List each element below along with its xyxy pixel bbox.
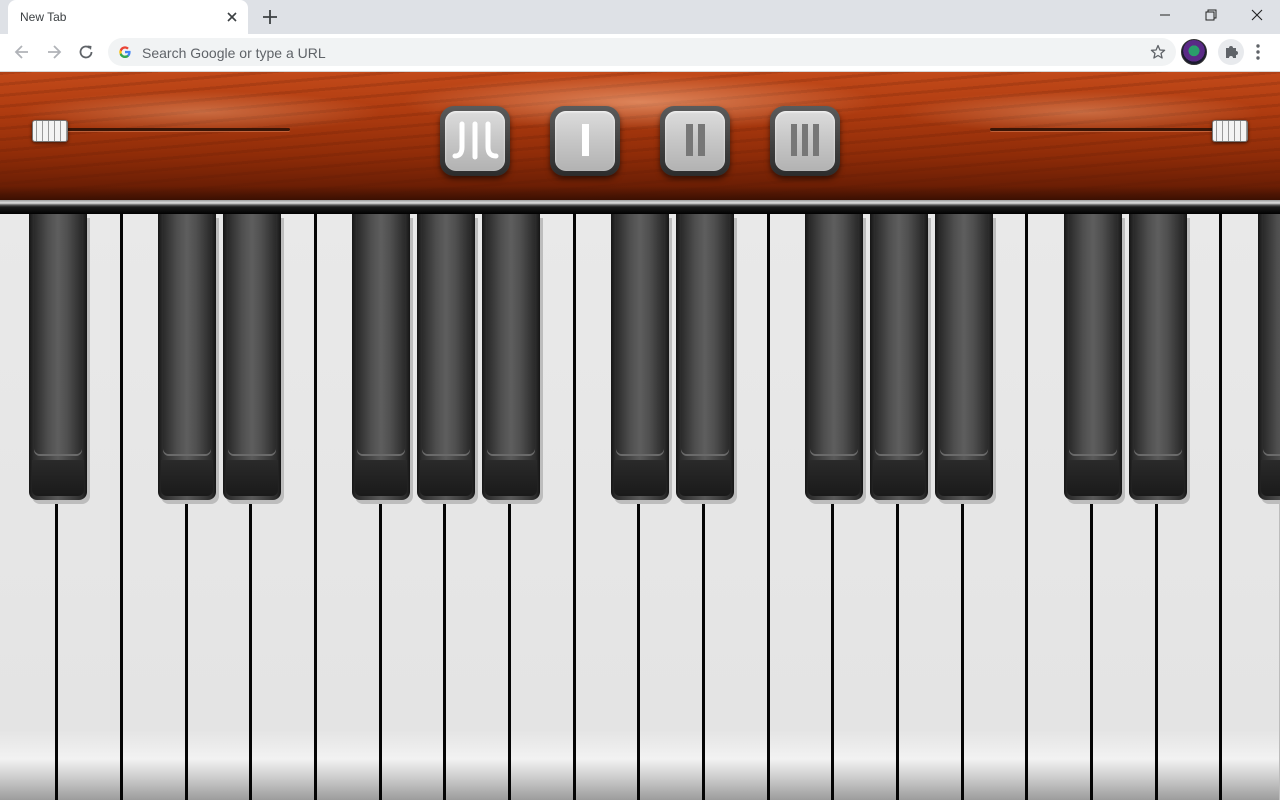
roman-two-icon bbox=[686, 124, 705, 156]
black-key[interactable] bbox=[29, 214, 87, 500]
close-window-icon[interactable] bbox=[1234, 0, 1280, 30]
black-key[interactable] bbox=[935, 214, 993, 500]
mode-1-button[interactable] bbox=[550, 106, 620, 176]
restore-icon[interactable] bbox=[1188, 0, 1234, 30]
new-tab-plus-icon[interactable] bbox=[259, 6, 281, 28]
black-key[interactable] bbox=[1258, 214, 1280, 500]
left-slider-knob[interactable] bbox=[32, 120, 68, 142]
minimize-icon[interactable] bbox=[1142, 0, 1188, 30]
google-g-icon bbox=[118, 45, 132, 64]
black-key[interactable] bbox=[1129, 214, 1187, 500]
extensions-puzzle-icon[interactable] bbox=[1218, 39, 1244, 65]
key-separator bbox=[1025, 214, 1028, 800]
right-slider-track[interactable] bbox=[990, 128, 1248, 131]
close-tab-icon[interactable] bbox=[224, 9, 240, 25]
black-key[interactable] bbox=[482, 214, 540, 500]
reload-icon[interactable] bbox=[76, 42, 96, 62]
browser-toolbar: Search Google or type a URL bbox=[0, 34, 1280, 72]
tab-strip: New Tab bbox=[0, 0, 1280, 34]
left-slider-track[interactable] bbox=[32, 128, 290, 131]
key-separator bbox=[1219, 214, 1222, 800]
omnibox[interactable]: Search Google or type a URL bbox=[108, 38, 1176, 66]
roman-three-icon bbox=[791, 124, 819, 156]
black-key[interactable] bbox=[676, 214, 734, 500]
black-key[interactable] bbox=[158, 214, 216, 500]
mode-2-button[interactable] bbox=[660, 106, 730, 176]
kebab-menu-icon[interactable] bbox=[1250, 42, 1266, 62]
wood-control-panel bbox=[0, 72, 1280, 200]
profile-avatar[interactable] bbox=[1181, 39, 1207, 65]
roman-one-icon bbox=[582, 124, 589, 156]
tab-new-tab[interactable]: New Tab bbox=[8, 0, 248, 34]
key-separator bbox=[573, 214, 576, 800]
right-slider-knob[interactable] bbox=[1212, 120, 1248, 142]
jil-glyph-icon bbox=[452, 121, 499, 160]
omnibox-placeholder: Search Google or type a URL bbox=[142, 45, 326, 61]
key-separator bbox=[767, 214, 770, 800]
mode-auto-button[interactable] bbox=[440, 106, 510, 176]
piano-app bbox=[0, 72, 1280, 800]
tab-title: New Tab bbox=[20, 10, 67, 24]
back-arrow-icon[interactable] bbox=[12, 42, 32, 62]
black-key[interactable] bbox=[223, 214, 281, 500]
piano-keyboard bbox=[0, 214, 1280, 800]
black-key[interactable] bbox=[352, 214, 410, 500]
black-key[interactable] bbox=[870, 214, 928, 500]
black-key[interactable] bbox=[1064, 214, 1122, 500]
black-key[interactable] bbox=[417, 214, 475, 500]
key-separator bbox=[120, 214, 123, 800]
mode-3-button[interactable] bbox=[770, 106, 840, 176]
key-separator bbox=[314, 214, 317, 800]
keyboard-top-rail bbox=[0, 200, 1280, 214]
bookmark-star-icon[interactable] bbox=[1150, 44, 1166, 65]
forward-arrow-icon[interactable] bbox=[44, 42, 64, 62]
black-key[interactable] bbox=[611, 214, 669, 500]
black-key[interactable] bbox=[805, 214, 863, 500]
